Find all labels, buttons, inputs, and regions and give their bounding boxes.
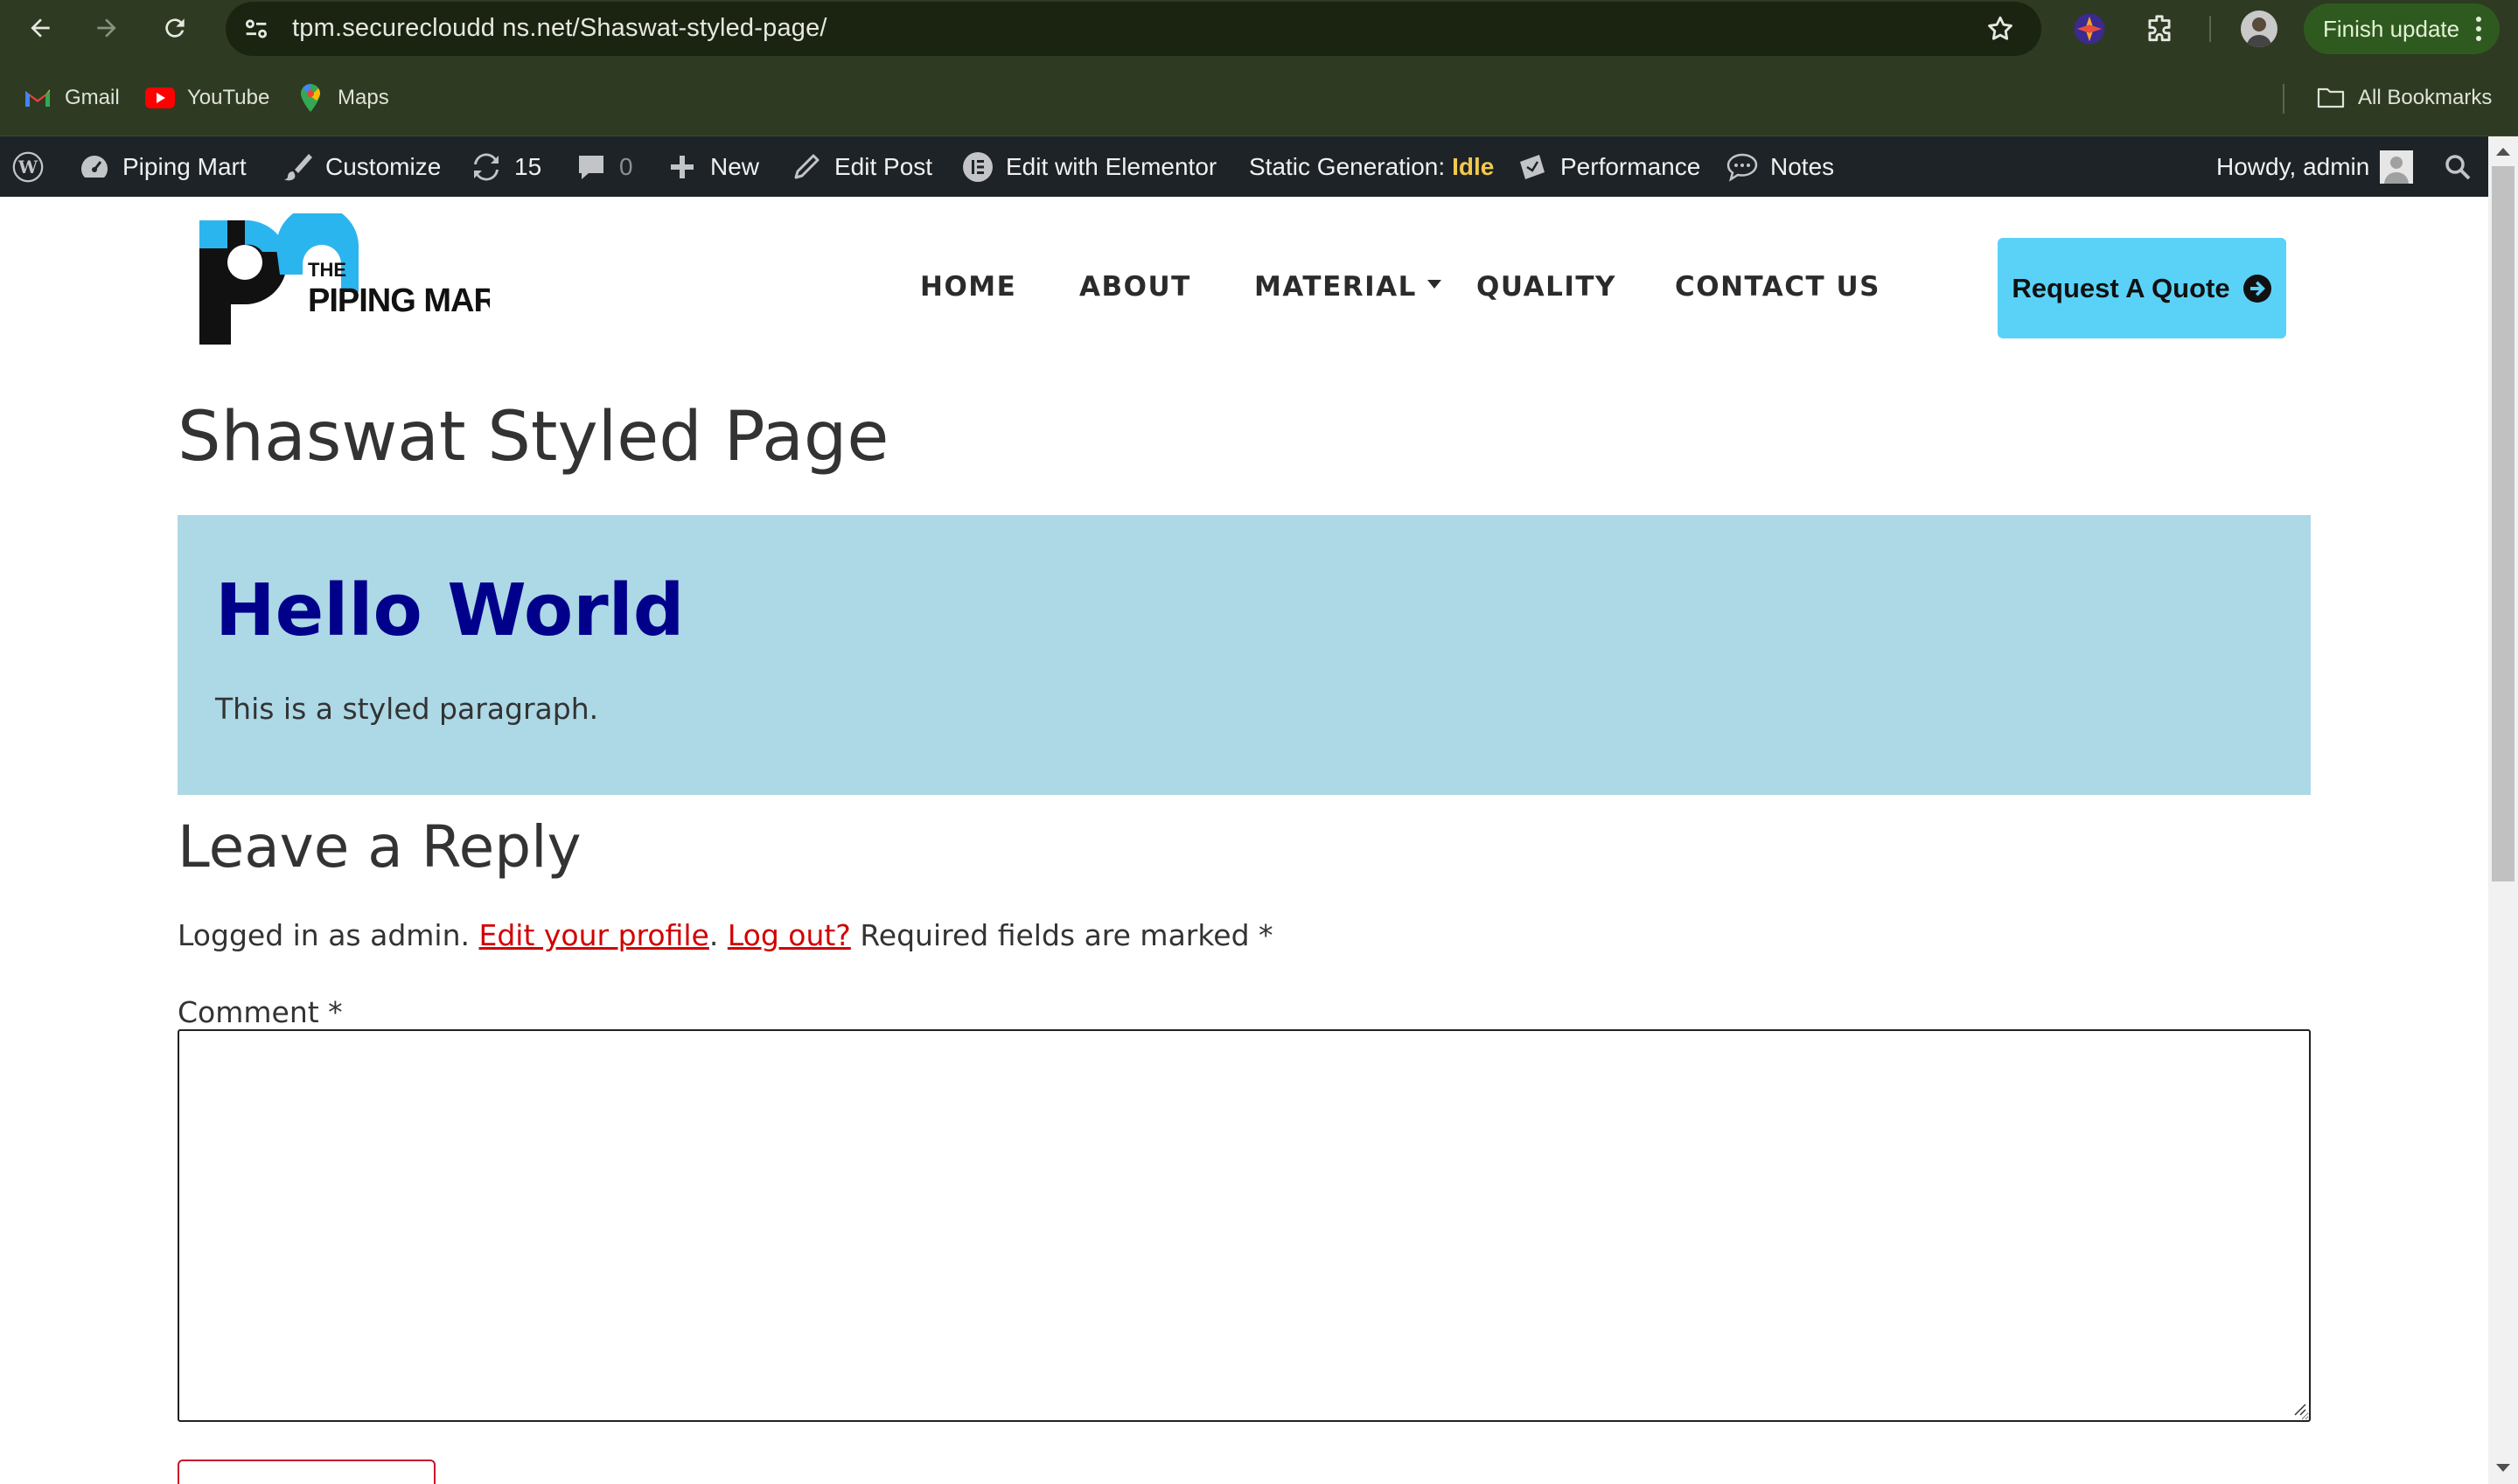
search-icon	[2442, 151, 2473, 183]
bookmarks-divider	[2283, 84, 2284, 114]
comment-bubble-icon	[575, 151, 607, 183]
updates-count: 15	[514, 152, 542, 180]
scroll-up-arrow-icon[interactable]	[2491, 142, 2515, 163]
edit-elementor-label: Edit with Elementor	[1006, 152, 1217, 180]
admin-new[interactable]: New	[666, 136, 759, 197]
new-label: New	[710, 152, 760, 180]
arrow-circle-right-icon	[2242, 274, 2271, 303]
svg-text:PIPING MART: PIPING MART	[308, 282, 490, 319]
site-logo[interactable]: THE PIPING MART	[192, 205, 518, 353]
bookmark-label: YouTube	[187, 86, 270, 109]
request-quote-button[interactable]: Request A Quote	[1998, 238, 2286, 338]
comment-label: Comment *	[178, 995, 343, 1029]
notes-label: Notes	[1770, 152, 1835, 180]
finish-update-label: Finish update	[2323, 15, 2460, 42]
edit-profile-link[interactable]: Edit your profile	[479, 918, 709, 952]
profile-avatar[interactable]	[2241, 10, 2277, 47]
elementor-icon	[962, 151, 994, 183]
piping-mart-logo-icon: THE PIPING MART	[199, 205, 518, 345]
updates-icon	[471, 151, 502, 183]
page-title: Shaswat Styled Page	[178, 398, 889, 477]
gmail-icon	[23, 85, 52, 111]
chevron-down-icon[interactable]	[1426, 278, 1443, 290]
user-avatar-icon	[2380, 150, 2414, 184]
wp-admin-bar: W Piping Mart Customize 15 0 New Edit Po…	[0, 136, 2518, 197]
bookmark-label: Maps	[338, 86, 389, 109]
admin-site-name[interactable]: Piping Mart	[79, 136, 247, 197]
customize-label: Customize	[325, 152, 442, 180]
svg-text:THE: THE	[308, 259, 346, 281]
comments-count: 0	[619, 152, 633, 180]
edit-post-label: Edit Post	[834, 152, 933, 180]
folder-icon	[2316, 85, 2346, 111]
comment-textarea[interactable]	[178, 1029, 2311, 1422]
howdy-label: Howdy, admin	[2216, 152, 2370, 180]
address-bar[interactable]: tpm.securecloudd ns.net/Shaswat-styled-p…	[226, 2, 2041, 56]
paintbrush-icon	[282, 151, 313, 183]
more-menu-icon	[2476, 17, 2481, 41]
bookmark-label: Gmail	[65, 86, 120, 109]
post-comment-button[interactable]	[178, 1460, 436, 1484]
nav-material[interactable]: MATERIAL	[1254, 271, 1417, 303]
plus-icon	[666, 151, 698, 183]
extension-compass-icon[interactable]	[2073, 12, 2106, 45]
site-name-label: Piping Mart	[122, 152, 247, 180]
wordpress-icon: W	[12, 151, 44, 183]
link-separator: .	[708, 918, 719, 952]
request-quote-label: Request A Quote	[2012, 272, 2230, 303]
admin-performance[interactable]: Performance	[1517, 136, 1700, 197]
nav-home[interactable]: HOME	[920, 271, 1016, 303]
performance-label: Performance	[1560, 152, 1701, 180]
nav-contact-us[interactable]: CONTACT US	[1675, 271, 1880, 303]
back-arrow-icon[interactable]	[24, 12, 56, 44]
bookmark-youtube[interactable]: YouTube	[145, 82, 269, 114]
reload-icon[interactable]	[159, 12, 191, 44]
pencil-icon	[791, 151, 822, 183]
toolbar-divider	[2209, 16, 2211, 42]
bookmark-star-icon[interactable]	[1985, 14, 2015, 44]
admin-edit-post[interactable]: Edit Post	[791, 136, 932, 197]
styled-paragraph: This is a styled paragraph.	[215, 692, 599, 726]
static-generation-label: Static Generation:	[1249, 152, 1446, 180]
admin-search[interactable]	[2442, 136, 2473, 197]
dashboard-icon	[79, 151, 110, 183]
admin-notes[interactable]: Notes	[1726, 136, 1834, 197]
site-settings-icon[interactable]	[241, 14, 271, 44]
nav-quality[interactable]: QUALITY	[1476, 271, 1616, 303]
admin-updates[interactable]: 15	[471, 136, 541, 197]
extensions-puzzle-icon[interactable]	[2143, 12, 2176, 45]
admin-customize[interactable]: Customize	[282, 136, 441, 197]
scroll-down-arrow-icon[interactable]	[2491, 1457, 2515, 1478]
admin-comments[interactable]: 0	[575, 136, 633, 197]
maps-icon	[296, 84, 325, 112]
wordpress-logo-button[interactable]: W	[12, 136, 44, 197]
static-status-badge: Idle	[1452, 152, 1495, 180]
logged-in-note: Logged in as admin. Edit your profile. L…	[178, 918, 1273, 952]
svg-text:W: W	[17, 157, 38, 178]
required-fields-note: Required fields are marked *	[860, 918, 1273, 952]
styled-content-box: Hello World This is a styled paragraph.	[178, 515, 2311, 795]
bookmarks-bar: Gmail YouTube Maps All Bookmarks	[0, 58, 2518, 136]
url-text[interactable]: tpm.securecloudd ns.net/Shaswat-styled-p…	[292, 14, 827, 43]
youtube-icon	[145, 85, 175, 111]
scrollbar-thumb[interactable]	[2492, 166, 2515, 881]
admin-account[interactable]: Howdy, admin	[2216, 136, 2414, 197]
reply-heading: Leave a Reply	[178, 813, 582, 881]
all-bookmarks-button[interactable]: All Bookmarks	[2316, 82, 2492, 114]
admin-edit-elementor[interactable]: Edit with Elementor	[962, 136, 1217, 197]
finish-update-button[interactable]: Finish update	[2304, 3, 2500, 54]
bookmark-gmail[interactable]: Gmail	[23, 82, 120, 114]
bookmark-maps[interactable]: Maps	[296, 82, 389, 114]
hello-heading: Hello World	[215, 569, 685, 652]
logged-in-text: Logged in as admin.	[178, 918, 470, 952]
browser-toolbar: tpm.securecloudd ns.net/Shaswat-styled-p…	[0, 0, 2518, 58]
all-bookmarks-label: All Bookmarks	[2358, 86, 2493, 109]
nav-about[interactable]: ABOUT	[1079, 271, 1191, 303]
notes-chat-icon	[1726, 151, 1758, 183]
admin-static-generation[interactable]: Static Generation: Idle	[1249, 136, 1494, 197]
log-out-link[interactable]: Log out?	[728, 918, 851, 952]
resize-handle-icon[interactable]	[2291, 1401, 2307, 1417]
performance-icon	[1517, 151, 1548, 183]
forward-arrow-icon[interactable]	[91, 12, 122, 44]
